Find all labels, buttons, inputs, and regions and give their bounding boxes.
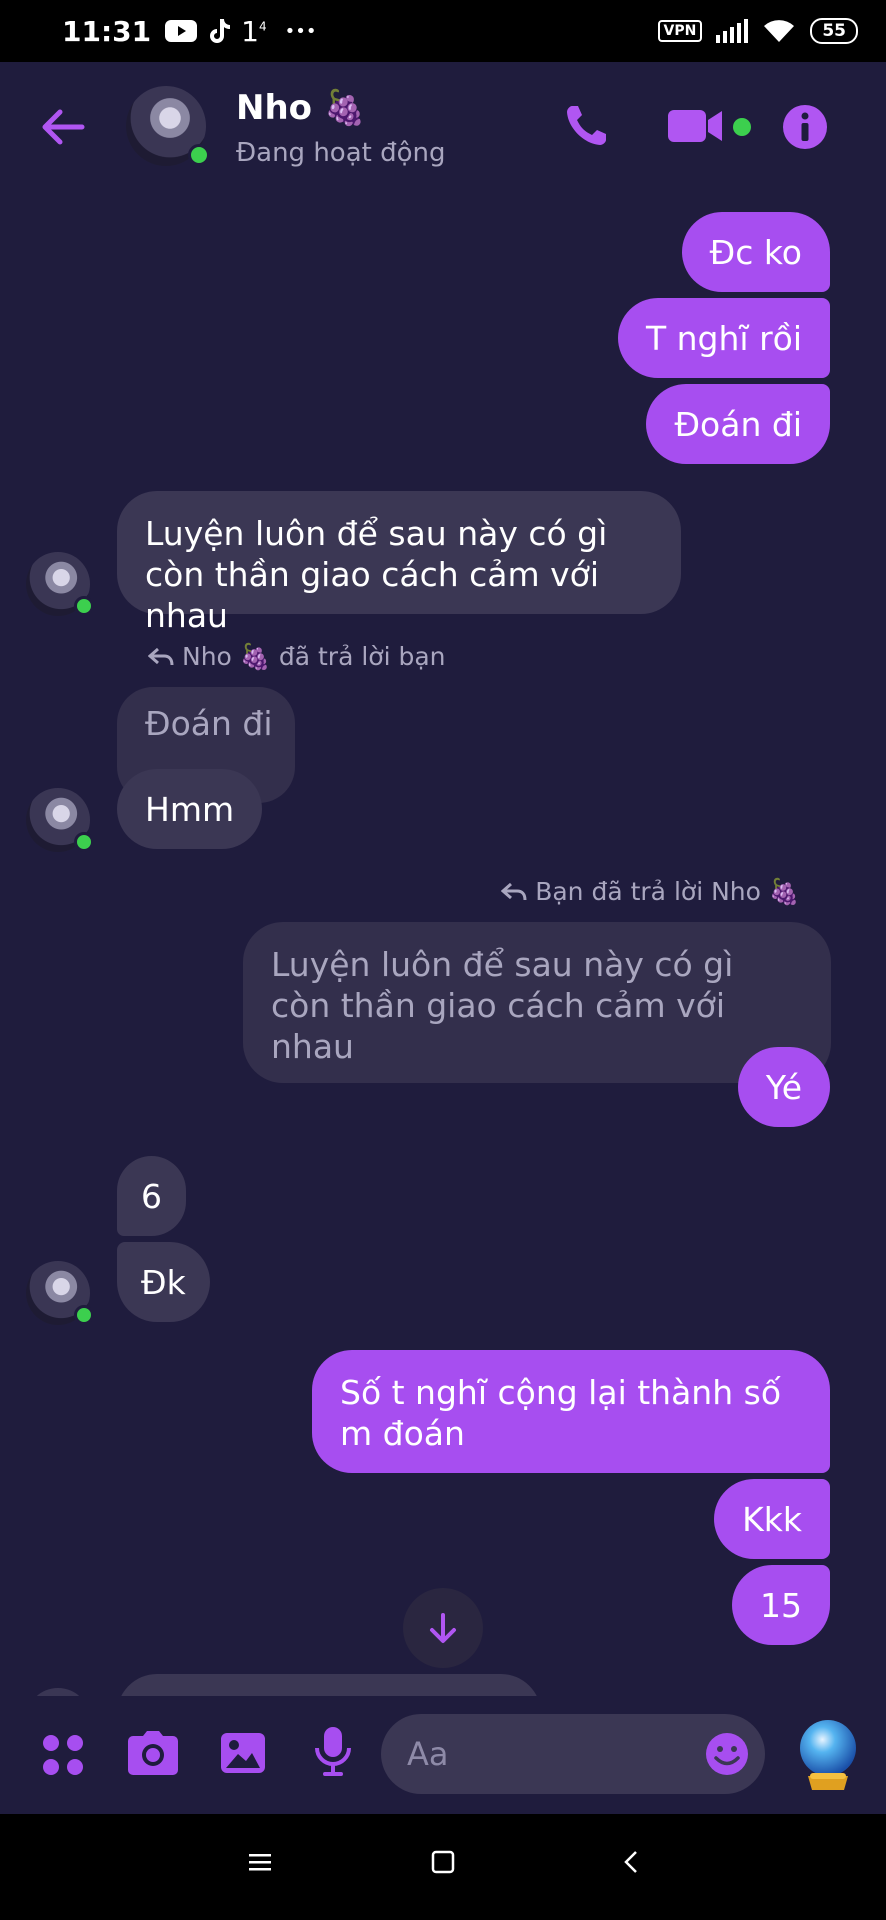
status-extra: 14: [241, 14, 267, 48]
message-composer: [0, 1696, 886, 1814]
message-input[interactable]: [407, 1735, 677, 1773]
contact-name[interactable]: Nho 🍇: [236, 88, 366, 128]
signal-icon: [716, 19, 749, 43]
system-back-icon[interactable]: [620, 1850, 644, 1874]
more-apps-icon[interactable]: [40, 1732, 86, 1778]
message-bubble-incoming[interactable]: Hmm: [117, 769, 263, 849]
arrow-down-icon: [430, 1613, 456, 1643]
message-bubble-outgoing[interactable]: T nghĩ rồi: [617, 298, 830, 378]
message-bubble-outgoing[interactable]: Đc ko: [681, 212, 830, 292]
system-navigation-bar: [0, 1814, 886, 1920]
message-bubble-incoming[interactable]: Luyện luôn để sau này có gì còn thần gia…: [117, 491, 681, 635]
gallery-icon[interactable]: [220, 1730, 266, 1776]
status-time: 11:31: [62, 14, 152, 48]
info-icon[interactable]: [782, 104, 828, 150]
back-arrow-icon[interactable]: [38, 102, 88, 152]
emoji-icon[interactable]: [705, 1732, 749, 1776]
online-indicator: [188, 144, 210, 166]
wifi-icon: [764, 20, 795, 42]
online-indicator: [74, 832, 94, 852]
message-bubble-outgoing[interactable]: Yé: [737, 1047, 830, 1127]
contact-avatar-small[interactable]: [26, 1261, 94, 1325]
vpn-badge: VPN: [657, 20, 703, 42]
message-bubble-incoming-partial[interactable]: [117, 1674, 541, 1696]
contact-avatar-small[interactable]: [26, 1688, 90, 1696]
home-icon[interactable]: [431, 1850, 455, 1874]
crystal-ball-icon[interactable]: [798, 1718, 858, 1792]
reply-arrow-icon: [148, 647, 174, 666]
reply-indicator-text: Nho 🍇 đã trả lời bạn: [182, 642, 446, 671]
tiktok-icon: [210, 19, 231, 43]
chat-header: Nho 🍇 Đang hoạt động: [0, 62, 886, 194]
camera-icon[interactable]: [127, 1730, 179, 1776]
message-bubble-incoming[interactable]: Đk: [117, 1242, 210, 1322]
reply-indicator: Nho 🍇 đã trả lời bạn: [148, 642, 446, 672]
message-list[interactable]: Đc ko T nghĩ rồi Đoán đi Luyện luôn để s…: [0, 194, 886, 1696]
more-notifications-icon: •••: [284, 20, 317, 42]
message-bubble-outgoing[interactable]: 15: [732, 1565, 830, 1645]
contact-avatar-small[interactable]: [26, 788, 94, 852]
message-bubble-incoming[interactable]: 6: [117, 1156, 186, 1236]
recent-apps-icon[interactable]: [248, 1850, 272, 1874]
message-bubble-outgoing[interactable]: Kkk: [714, 1479, 830, 1559]
contact-avatar[interactable]: [126, 86, 210, 166]
reply-indicator-text: Bạn đã trả lời Nho 🍇: [535, 877, 800, 906]
online-indicator: [74, 596, 94, 616]
reply-arrow-icon: [501, 882, 527, 901]
battery-indicator: 55: [810, 18, 858, 44]
video-call-icon[interactable]: [668, 106, 728, 146]
status-bar: 11:31 14 ••• VPN 55: [0, 0, 886, 62]
contact-status: Đang hoạt động: [236, 138, 446, 168]
video-active-dot: [733, 118, 751, 136]
youtube-icon: [165, 20, 198, 42]
message-bubble-outgoing[interactable]: Đoán đi: [646, 384, 830, 464]
message-bubble-outgoing[interactable]: Số t nghĩ cộng lại thành số m đoán: [312, 1350, 830, 1473]
status-app-icons: 14 •••: [165, 15, 316, 48]
phone-call-icon[interactable]: [562, 100, 612, 150]
reply-indicator: Bạn đã trả lời Nho 🍇: [501, 877, 800, 907]
quoted-message[interactable]: Luyện luôn để sau này có gì còn thần gia…: [243, 922, 831, 1083]
contact-avatar-small[interactable]: [26, 552, 94, 616]
microphone-icon[interactable]: [313, 1726, 353, 1778]
message-input-container[interactable]: [381, 1714, 765, 1794]
online-indicator: [74, 1305, 94, 1325]
scroll-to-bottom-button[interactable]: [403, 1588, 483, 1668]
